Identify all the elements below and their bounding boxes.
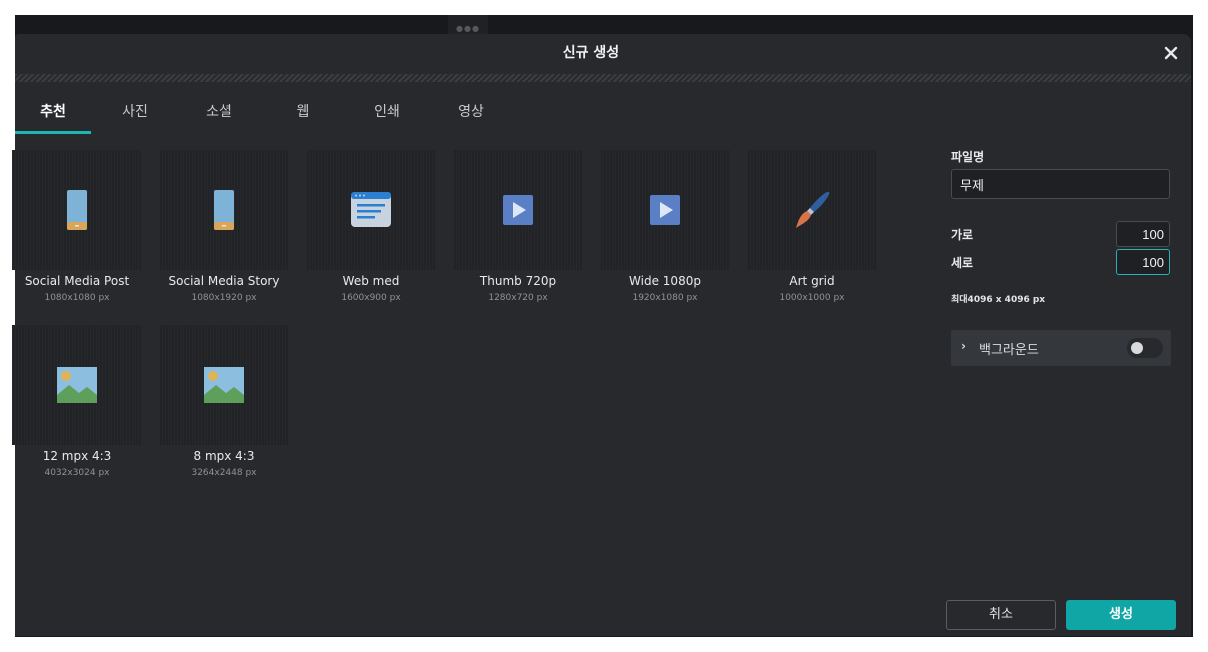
filename-input[interactable] (951, 169, 1170, 199)
tab-photo[interactable]: 사진 (97, 100, 173, 134)
preset-name: 8 mpx 4:3 (193, 449, 255, 463)
preset-name: Web med (342, 274, 400, 288)
web-page-icon (351, 192, 391, 227)
max-size-note: 최대4096 x 4096 px (951, 295, 1046, 305)
phone-icon (214, 190, 234, 230)
preset-thumbnail (12, 150, 142, 270)
video-play-icon (503, 195, 533, 225)
preset-name: Social Media Story (168, 274, 280, 288)
preset-name: 12 mpx 4:3 (42, 449, 112, 463)
cancel-button[interactable]: 취소 (946, 600, 1056, 630)
height-input[interactable] (1116, 249, 1170, 275)
preset-dimensions: 3264x2448 px (191, 468, 257, 478)
tab-recommended[interactable]: 추천 (15, 100, 91, 134)
preset-dimensions: 1920x1080 px (632, 293, 698, 303)
preset-name: Social Media Post (24, 274, 130, 288)
right-edge (1191, 34, 1193, 550)
preset-thumbnail (159, 150, 289, 270)
preset-thumbnail (600, 150, 730, 270)
preset-thumbnail (747, 150, 877, 270)
preset-name: Art grid (789, 274, 835, 288)
preset-dimensions: 1280x720 px (488, 293, 548, 303)
tab-video[interactable]: 영상 (433, 100, 509, 134)
paintbrush-icon (796, 191, 830, 228)
preset-thumbnail (12, 325, 142, 445)
preset-name: Thumb 720p (479, 274, 557, 288)
grip-dots-icon: ●●● (456, 24, 480, 33)
chevron-right-icon: › (961, 339, 966, 353)
background-section[interactable]: › 백그라운드 (951, 330, 1171, 366)
preset-name: Wide 1080p (629, 274, 701, 288)
width-label: 가로 (951, 228, 974, 242)
preset-dimensions: 1000x1000 px (779, 293, 845, 303)
preset-dimensions: 4032x3024 px (44, 468, 110, 478)
preset-dimensions: 1080x1920 px (191, 293, 257, 303)
background-toggle[interactable] (1127, 338, 1163, 358)
phone-icon (67, 190, 87, 230)
preset-thumbnail (306, 150, 436, 270)
preset-thumbnail (159, 325, 289, 445)
preset-thumbnail (453, 150, 583, 270)
landscape-photo-icon (57, 367, 97, 403)
document-settings-panel: 파일명 가로 세로 최대4096 x 4096 px › 백그라운드 (951, 34, 1181, 636)
width-input[interactable] (1116, 221, 1170, 247)
landscape-photo-icon (204, 367, 244, 403)
preset-dimensions: 1600x900 px (341, 293, 401, 303)
height-label: 세로 (951, 256, 974, 270)
tab-print[interactable]: 인쇄 (349, 100, 425, 134)
video-play-icon (650, 195, 680, 225)
filename-label: 파일명 (951, 150, 985, 164)
toggle-knob (1131, 342, 1143, 354)
new-document-dialog: 신규 생성 추천 사진 소셜 웹 인쇄 영상 Social Media Post… (12, 34, 1191, 636)
background-label: 백그라운드 (979, 343, 1039, 358)
preset-dimensions: 1080x1080 px (44, 293, 110, 303)
tab-web[interactable]: 웹 (265, 100, 341, 134)
tab-social[interactable]: 소셜 (181, 100, 257, 134)
create-button[interactable]: 생성 (1066, 600, 1176, 630)
